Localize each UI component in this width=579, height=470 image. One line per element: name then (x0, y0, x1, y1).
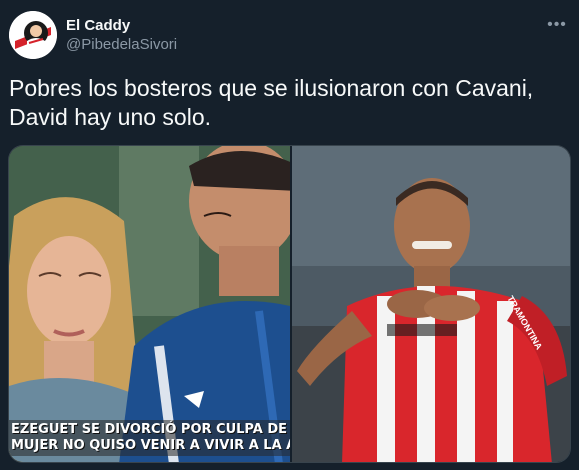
tweet-header: El Caddy @PibedelaSivori ••• (9, 11, 570, 63)
user-meta: El Caddy @PibedelaSivori (66, 16, 177, 54)
footballer-illustration: TRAMONTINA (292, 146, 570, 462)
team-crest-icon (9, 11, 57, 59)
tv-caption-line: MUJER NO QUISO VENIR A VIVIR A LA ARGE (11, 438, 290, 453)
tv-caption-line: EZEGUET SE DIVORCIÓ POR CULPA DE F (11, 422, 290, 437)
more-horizontal-icon: ••• (547, 16, 567, 33)
tv-screenshot-illustration (9, 146, 290, 462)
display-name[interactable]: El Caddy (66, 16, 177, 35)
tv-caption-banner: EZEGUET SE DIVORCIÓ POR CULPA DE F MUJER… (9, 420, 290, 456)
tweet-text-line: Pobres los bosteros que se ilusionaron c… (9, 75, 534, 101)
tweet-text-line: David hay uno solo. (9, 104, 212, 130)
footballer-celebration-photo[interactable]: TRAMONTINA (292, 146, 570, 462)
tweet-media[interactable]: EZEGUET SE DIVORCIÓ POR CULPA DE F MUJER… (8, 145, 571, 463)
tweet: El Caddy @PibedelaSivori ••• Pobres los … (0, 0, 579, 470)
more-options-button[interactable]: ••• (544, 17, 570, 37)
tweet-text: Pobres los bosteros que se ilusionaron c… (9, 74, 569, 132)
avatar[interactable] (9, 11, 57, 59)
tv-screenshot-photo[interactable]: EZEGUET SE DIVORCIÓ POR CULPA DE F MUJER… (9, 146, 290, 462)
user-handle[interactable]: @PibedelaSivori (66, 35, 177, 54)
